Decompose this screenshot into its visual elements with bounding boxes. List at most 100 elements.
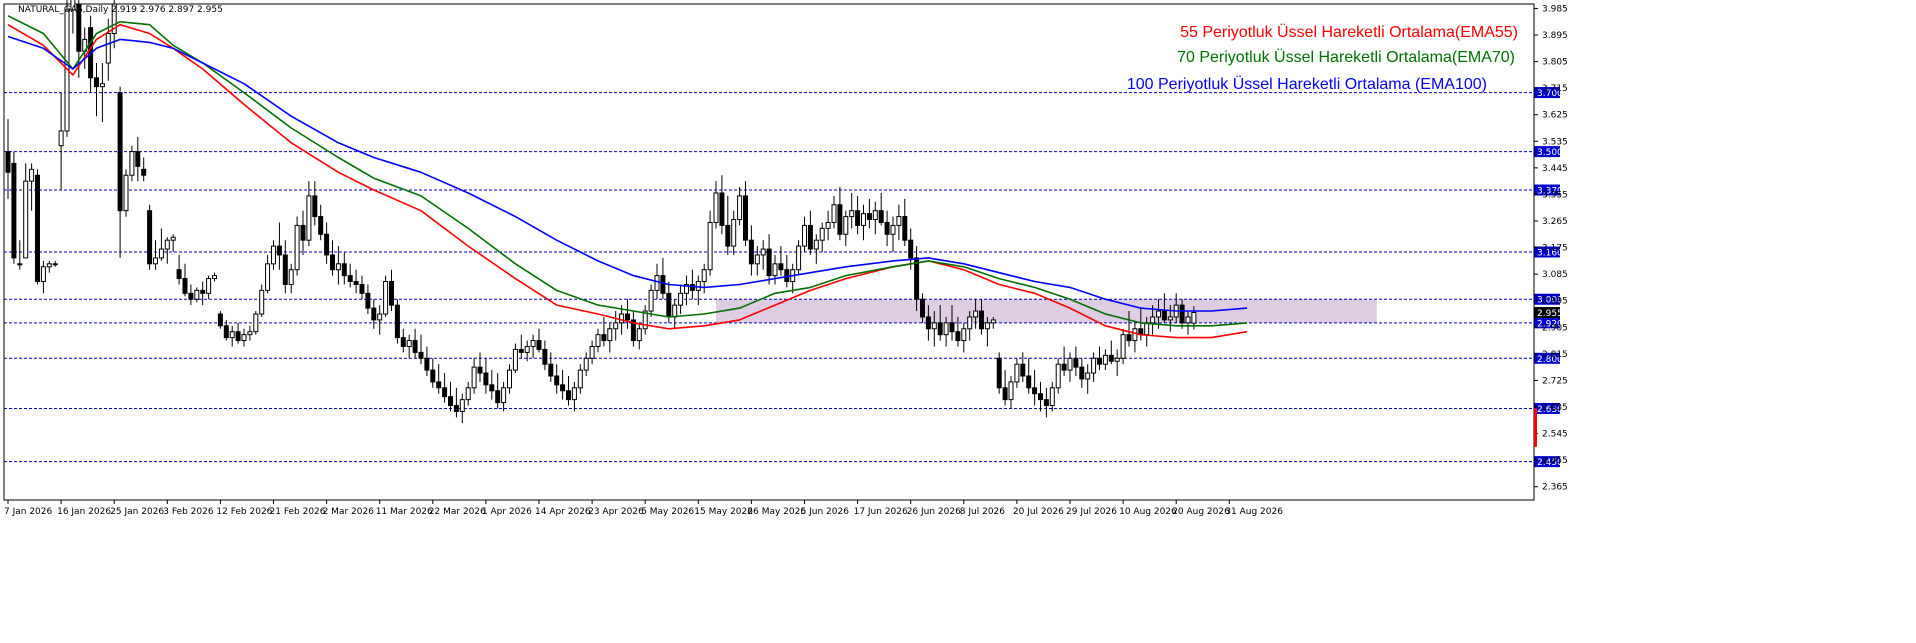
current-price-label: 2.955 [1537, 309, 1563, 319]
y-tick-label: 3.445 [1542, 164, 1568, 174]
candle-bull [713, 192, 719, 223]
candle-bull [123, 174, 129, 212]
candle-bull [52, 263, 58, 266]
candle-bull [153, 257, 158, 265]
candle-bull [158, 248, 164, 259]
x-tick-label: 16 Jan 2026 [57, 507, 111, 517]
candle-bull [335, 263, 341, 271]
candle-bull [825, 221, 831, 229]
candle-bear [542, 348, 548, 365]
candle-bear [689, 283, 695, 291]
candle-bull [571, 387, 577, 401]
candle-bear [448, 396, 453, 407]
candle-bull [105, 33, 111, 64]
candle-bear [743, 195, 748, 241]
candle-bull [406, 340, 412, 347]
candle-bull [507, 369, 512, 389]
x-tick-label: 5 Jun 2026 [801, 507, 850, 517]
candle-bear [1032, 387, 1038, 395]
candle-bear [1020, 363, 1026, 377]
candle-bear [300, 224, 306, 241]
candle-bear [1026, 375, 1032, 389]
candle-bull [465, 387, 471, 401]
candle-bear [359, 283, 365, 294]
candle-bull [1120, 334, 1126, 359]
candle-bull [890, 224, 896, 235]
symbol-header: NATURAL_GAS,Daily 2.919 2.976 2.897 2.95… [18, 5, 223, 15]
candle-bull [1144, 322, 1150, 336]
candle-bear [477, 366, 483, 374]
candle-bull [271, 245, 276, 265]
candle-bear [878, 210, 884, 223]
ema-line-2 [7, 35, 1248, 312]
candle-bear [394, 304, 400, 339]
x-tick-label: 1 Apr 2026 [482, 507, 532, 517]
ema-line-0 [7, 23, 1248, 339]
candle-bear [35, 174, 40, 283]
candle-bull [40, 266, 46, 283]
candle-bear [412, 340, 418, 353]
resistance-zone [716, 299, 1377, 323]
candle-bear [601, 334, 607, 342]
candle-bear [318, 216, 324, 235]
candle-bull [1150, 316, 1156, 324]
candle-bear [955, 331, 961, 342]
candle-bull [247, 331, 253, 336]
candle-bear [766, 248, 772, 277]
candle-bull [383, 281, 389, 315]
candle-bull [99, 83, 105, 88]
y-tick-label: 3.265 [1542, 217, 1568, 227]
candle-bull [265, 263, 271, 291]
candle-bear [324, 233, 330, 256]
candle-bull [595, 334, 601, 347]
candle-bull [961, 328, 967, 342]
candle-bear [908, 239, 914, 259]
candle-bear [1061, 363, 1067, 371]
candle-bear [807, 224, 813, 250]
candle-bull [861, 213, 866, 226]
y-tick-label: 3.715 [1542, 84, 1568, 94]
candlestick-chart: 3.7003.5003.3703.1603.0002.9202.8002.630… [3, 0, 1568, 517]
candle-bear [282, 254, 288, 285]
candle-bear [176, 269, 182, 280]
candle-bear [554, 375, 560, 386]
y-tick-label: 2.905 [1542, 323, 1568, 333]
candle-bear [223, 325, 229, 339]
candle-bull [206, 278, 212, 294]
y-tick-label: 2.725 [1542, 376, 1568, 386]
candle-bear [925, 316, 931, 330]
candle-bear [495, 390, 501, 404]
candle-bull [1091, 357, 1097, 374]
candle-bull [471, 366, 477, 389]
candle-bear [1097, 357, 1102, 365]
candle-bull [613, 322, 619, 330]
candle-bull [654, 275, 660, 291]
candle-bear [884, 221, 890, 235]
y-tick-label: 3.355 [1542, 190, 1568, 200]
candle-bear [548, 363, 554, 377]
candle-bull [636, 328, 642, 342]
candle-bear [914, 257, 920, 300]
candle-bull [306, 195, 312, 241]
candle-bear [937, 322, 943, 336]
candle-bull [229, 331, 235, 339]
candle-bear [436, 381, 442, 389]
candle-bear [117, 92, 123, 212]
candle-bear [748, 239, 754, 265]
candle-bear [11, 162, 17, 259]
legend-entry-2: 100 Periyotluk Üssel Hareketli Ortalama … [1127, 75, 1487, 93]
candle-bull [1167, 316, 1173, 321]
chart-area: 3.700 3.500 3.370 3.160 3.000 2.920 2.800 2.630… [0, 0, 1916, 638]
candle-bull [695, 281, 701, 291]
x-tick-label: 2 Mar 2026 [323, 507, 375, 517]
candle-bull [967, 316, 973, 330]
x-tick-label: 29 Jul 2026 [1066, 507, 1117, 517]
candle-bull [648, 289, 654, 312]
candle-bear [518, 348, 524, 353]
candle-bear [920, 298, 925, 318]
candle-bear [902, 216, 908, 241]
candle-bull [583, 357, 589, 371]
candle-bear [560, 384, 566, 392]
x-tick-label: 5 May 2026 [641, 507, 694, 517]
candle-bull [23, 180, 29, 259]
